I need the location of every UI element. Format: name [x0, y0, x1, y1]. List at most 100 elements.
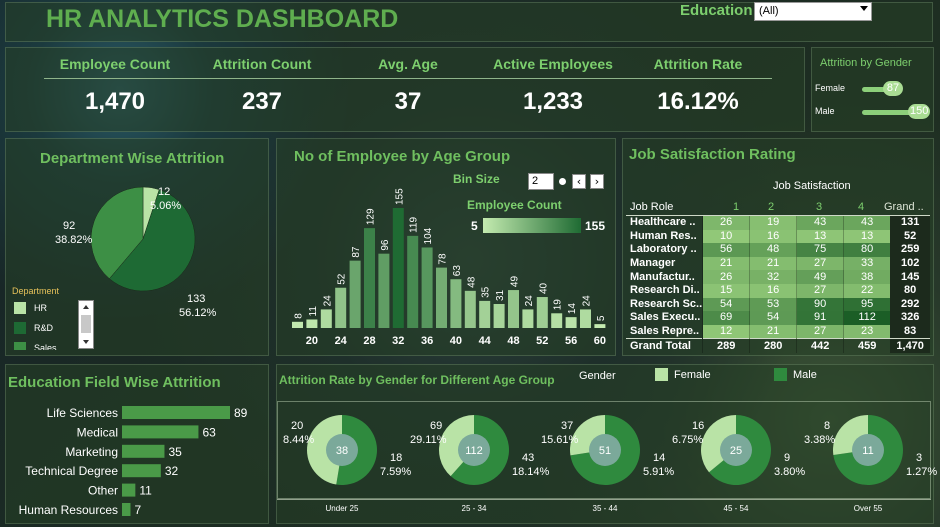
- age-bar[interactable]: [392, 208, 404, 328]
- chevron-down-icon[interactable]: [860, 6, 868, 11]
- table-row[interactable]: Sales Repre.. 12 21 27 23 83: [626, 324, 931, 339]
- heat-cell: 91: [796, 311, 844, 325]
- job-role-header: Job Role: [630, 201, 674, 213]
- pie-value-label: 92: [63, 220, 76, 232]
- age-bar-value: 11: [308, 306, 319, 317]
- education-field-title: Education Field Wise Attrition: [8, 374, 221, 391]
- age-bar[interactable]: [436, 267, 447, 328]
- grand-total-cell: 131: [890, 216, 931, 230]
- age-bar[interactable]: [349, 260, 361, 328]
- age-bar[interactable]: [306, 319, 318, 328]
- education-field-value: 32: [165, 464, 179, 478]
- gender-legend-label[interactable]: Male: [793, 369, 817, 381]
- job-satisfaction-title: Job Satisfaction Rating: [629, 146, 796, 163]
- age-bar[interactable]: [493, 304, 505, 328]
- heat-cell: 32: [749, 270, 797, 284]
- age-bar[interactable]: [364, 228, 375, 328]
- job-role-cell: Healthcare ..: [630, 216, 696, 229]
- grand-total-label: Grand Total: [630, 339, 691, 352]
- table-row[interactable]: Manufactur.. 26 32 49 38 145: [626, 270, 931, 284]
- education-field-label: Technical Degree: [25, 464, 118, 478]
- gender-legend-label[interactable]: Female: [674, 369, 711, 381]
- job-role-cell: Sales Repre..: [630, 325, 700, 338]
- age-bar[interactable]: [580, 309, 591, 328]
- gender-legend-swatch[interactable]: [655, 368, 668, 381]
- kpi-label: Employee Count: [59, 56, 171, 72]
- education-field-bar[interactable]: [122, 406, 230, 419]
- age-bar[interactable]: [464, 290, 476, 328]
- heat-cell: 21: [749, 324, 797, 339]
- education-field-value: 7: [134, 503, 141, 517]
- education-filter-dropdown[interactable]: (All): [754, 2, 872, 21]
- table-row[interactable]: Research Sc.. 54 53 90 95 292: [626, 297, 931, 312]
- scroll-up-icon[interactable]: [83, 305, 89, 309]
- age-tick-label: 32: [392, 335, 404, 347]
- age-bar-value: 104: [423, 227, 434, 244]
- education-field-bar[interactable]: [122, 444, 165, 458]
- grand-total-cell: 145: [890, 270, 931, 284]
- table-row[interactable]: Human Res.. 10 16 13 13 52: [626, 229, 931, 244]
- age-bar[interactable]: [551, 313, 563, 328]
- department-legend-label[interactable]: Sales: [34, 343, 57, 350]
- age-bar[interactable]: [565, 317, 577, 328]
- education-field-value: 89: [234, 406, 248, 420]
- department-legend-swatch[interactable]: [14, 302, 26, 314]
- age-group-label: 25 - 34: [461, 504, 487, 513]
- gender-value-badge: 87: [883, 81, 903, 96]
- age-bar[interactable]: [508, 290, 519, 328]
- scroll-down-icon[interactable]: [83, 340, 89, 344]
- age-tick-label: 52: [536, 335, 548, 347]
- age-bar[interactable]: [335, 287, 347, 328]
- age-bar[interactable]: [378, 253, 390, 328]
- age-bar[interactable]: [292, 321, 303, 328]
- age-bar[interactable]: [407, 235, 419, 328]
- table-row[interactable]: Research Di.. 15 16 27 22 80: [626, 283, 931, 298]
- age-bar-value: 155: [394, 188, 405, 205]
- age-bar[interactable]: [536, 297, 548, 328]
- age-bar[interactable]: [522, 309, 534, 328]
- age-bar[interactable]: [450, 279, 462, 328]
- age-bar[interactable]: [479, 300, 491, 328]
- grand-total-sum: 1,470: [890, 338, 931, 353]
- age-bar-value: 35: [481, 286, 492, 298]
- age-bar[interactable]: [320, 309, 332, 328]
- table-row[interactable]: Healthcare .. 26 19 43 43 131: [626, 216, 931, 230]
- education-field-bar[interactable]: [122, 425, 199, 439]
- job-role-cell: Sales Execu..: [630, 311, 701, 324]
- age-bar-value: 24: [582, 295, 593, 307]
- grand-total-value: 442: [796, 338, 844, 353]
- age-bar-value: 49: [510, 276, 521, 288]
- pie-percent-label: 5.06%: [150, 200, 182, 212]
- donut-female-pct: 1.27%: [906, 466, 938, 478]
- age-bar-value: 14: [567, 303, 578, 315]
- age-bar[interactable]: [594, 324, 606, 328]
- job-satisfaction-col-header: Grand ..: [884, 201, 924, 213]
- department-legend-label[interactable]: R&D: [34, 323, 53, 333]
- education-field-bar[interactable]: [122, 464, 161, 478]
- job-satisfaction-header: Job Satisfaction: [773, 180, 851, 192]
- department-legend-swatch[interactable]: [14, 322, 26, 334]
- donut-total: 25: [730, 445, 742, 457]
- heat-cell: 54: [702, 297, 750, 312]
- age-group-bar-chart: 8 112452871299615511910478634835 314924401…: [292, 188, 607, 347]
- gender-legend-title: Gender: [579, 370, 616, 382]
- department-legend-swatch[interactable]: [14, 342, 26, 350]
- pie-value-label: 133: [187, 293, 206, 305]
- department-legend-scrollbar[interactable]: [78, 300, 94, 349]
- education-field-bar[interactable]: [122, 483, 136, 497]
- donut-female-count: 3: [916, 452, 923, 464]
- table-row[interactable]: Sales Execu.. 69 54 91 112 326: [626, 311, 931, 325]
- gender-donut-chart: 51: [570, 415, 640, 485]
- education-field-bar[interactable]: [122, 503, 131, 516]
- kpi-value: 1,470: [84, 88, 146, 115]
- department-legend-label[interactable]: HR: [34, 303, 47, 313]
- table-row[interactable]: Laboratory .. 56 48 75 80 259: [626, 243, 931, 257]
- age-bar-value: 78: [438, 253, 449, 265]
- job-role-cell: Manager: [630, 257, 676, 270]
- age-group-title: No of Employee by Age Group: [294, 148, 511, 165]
- table-row[interactable]: Manager 21 21 27 33 102: [626, 256, 931, 271]
- donut-male-count: 20: [291, 420, 304, 432]
- gender-legend-swatch[interactable]: [774, 368, 787, 381]
- scroll-thumb[interactable]: [81, 315, 91, 333]
- age-bar[interactable]: [421, 247, 433, 328]
